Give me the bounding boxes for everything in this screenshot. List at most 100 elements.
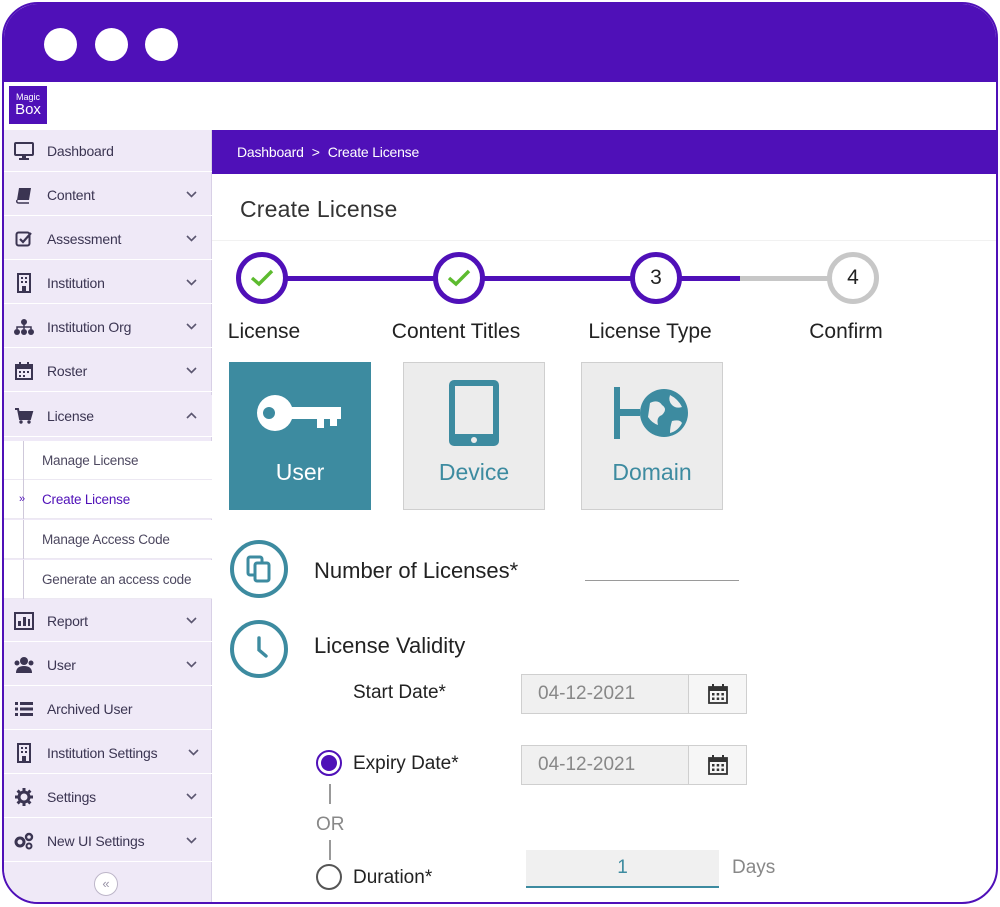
- tree-line: [23, 560, 24, 599]
- sidebar-item-label: Archived User: [47, 700, 133, 717]
- license-type-domain-card[interactable]: Domain: [581, 362, 723, 510]
- num-licenses-input[interactable]: [585, 580, 739, 581]
- calendar-icon[interactable]: [688, 746, 746, 784]
- sidebar-subitem-manage-access-code[interactable]: Manage Access Code: [4, 520, 212, 559]
- sidebar-item-label: Settings: [47, 788, 96, 805]
- sidebar-item-label: Institution: [47, 274, 105, 291]
- key-icon: [255, 379, 345, 447]
- duration-input[interactable]: 1: [526, 850, 719, 888]
- sidebar-item-archived-user[interactable]: Archived User: [4, 688, 212, 730]
- calendar-icon: [13, 360, 35, 382]
- book-icon: [13, 184, 35, 206]
- gear-icon: [13, 786, 35, 808]
- or-divider-line: [329, 784, 331, 804]
- users-icon: [13, 654, 35, 676]
- sidebar-item-label: Content: [47, 186, 95, 203]
- sidebar-item-institution-settings[interactable]: Institution Settings: [4, 732, 212, 774]
- sidebar-item-label: User: [47, 656, 76, 673]
- step-4-circle: 4: [827, 252, 879, 304]
- sidebar-subitem-label: Manage Access Code: [42, 531, 170, 547]
- checkmark-icon: [250, 269, 274, 287]
- license-type-device-card[interactable]: Device: [403, 362, 545, 510]
- start-date-input[interactable]: 04-12-2021: [522, 675, 688, 713]
- monitor-icon: [13, 140, 35, 162]
- sidebar-item-new-ui-settings[interactable]: New UI Settings: [4, 820, 212, 862]
- window-dot-icon[interactable]: [44, 28, 77, 61]
- app-window: Magic Box Dashboard Content Assessment I…: [2, 2, 998, 904]
- chevron-down-icon: [182, 835, 200, 847]
- calendar-icon[interactable]: [688, 675, 746, 713]
- step-2-label: Content Titles: [391, 320, 521, 343]
- collapse-sidebar-button[interactable]: «: [94, 872, 118, 896]
- chevron-down-icon: [182, 615, 200, 627]
- globe-network-icon: [612, 379, 692, 447]
- sidebar-item-institution[interactable]: Institution: [4, 262, 212, 304]
- expiry-date-label: Expiry Date*: [353, 753, 459, 774]
- tree-line: [23, 520, 24, 559]
- sidebar: Dashboard Content Assessment Institution…: [4, 130, 212, 902]
- building-icon: [13, 742, 35, 764]
- list-icon: [13, 698, 35, 720]
- gears-icon: [13, 830, 35, 852]
- logo-text-big: Box: [15, 101, 41, 118]
- expiry-date-field[interactable]: 04-12-2021: [521, 745, 747, 785]
- tree-line: [23, 441, 24, 480]
- chart-icon: [13, 610, 35, 632]
- sidebar-item-dashboard[interactable]: Dashboard: [4, 130, 212, 172]
- sidebar-subitem-create-license[interactable]: » Create License: [4, 480, 212, 519]
- sidebar-subitem-manage-license[interactable]: Manage License: [4, 441, 212, 480]
- sidebar-subitem-label: Manage License: [42, 452, 139, 468]
- sidebar-subitem-label: Generate an access code: [42, 571, 192, 587]
- sidebar-item-content[interactable]: Content: [4, 174, 212, 216]
- license-type-label: Device: [438, 459, 510, 485]
- sidebar-item-label: License: [47, 407, 94, 424]
- step-1-circle: [236, 252, 288, 304]
- sidebar-item-label: Roster: [47, 362, 88, 379]
- license-type-label: User: [275, 459, 325, 485]
- sidebar-item-user[interactable]: User: [4, 644, 212, 686]
- tablet-icon: [446, 379, 502, 447]
- step-3-circle: 3: [630, 252, 682, 304]
- chevron-down-icon: [182, 277, 200, 289]
- or-label: OR: [316, 814, 345, 835]
- chevron-down-icon: [182, 233, 200, 245]
- sidebar-item-institution-org[interactable]: Institution Org: [4, 306, 212, 348]
- sidebar-item-roster[interactable]: Roster: [4, 350, 212, 392]
- org-chart-icon: [13, 316, 35, 338]
- chevron-down-icon: [182, 321, 200, 333]
- chevron-down-icon: [182, 659, 200, 671]
- chevron-down-icon: [182, 365, 200, 377]
- clock-icon: [230, 620, 288, 678]
- start-date-label: Start Date*: [353, 682, 446, 703]
- duration-radio[interactable]: [316, 864, 342, 890]
- sidebar-item-label: New UI Settings: [47, 832, 145, 849]
- expiry-date-radio[interactable]: [316, 750, 342, 776]
- sidebar-item-label: Assessment: [47, 230, 122, 247]
- sidebar-subitem-generate-access-code[interactable]: Generate an access code: [4, 560, 212, 599]
- copy-icon: [230, 540, 288, 598]
- sidebar-item-license[interactable]: License: [4, 395, 212, 437]
- sidebar-item-label: Report: [47, 612, 88, 629]
- license-type-user-card[interactable]: User: [229, 362, 371, 510]
- chevron-down-icon: [184, 747, 202, 759]
- sidebar-item-assessment[interactable]: Assessment: [4, 218, 212, 260]
- breadcrumb-separator: >: [311, 144, 320, 160]
- checkbox-icon: [13, 228, 35, 250]
- sidebar-item-settings[interactable]: Settings: [4, 776, 212, 818]
- step-2-circle: [433, 252, 485, 304]
- step-4-label: Confirm: [809, 320, 883, 343]
- main-content: Dashboard > Create License Create Licens…: [212, 130, 996, 902]
- breadcrumb-current: Create License: [327, 144, 420, 160]
- step-1-label: License: [227, 320, 301, 343]
- breadcrumb-link-dashboard[interactable]: Dashboard: [237, 144, 304, 160]
- start-date-field[interactable]: 04-12-2021: [521, 674, 747, 714]
- window-dot-icon[interactable]: [95, 28, 128, 61]
- title-divider: [212, 240, 996, 241]
- window-dot-icon[interactable]: [145, 28, 178, 61]
- expiry-date-input[interactable]: 04-12-2021: [522, 746, 688, 784]
- or-divider-line: [329, 840, 331, 860]
- window-titlebar: [4, 4, 996, 82]
- magicbox-logo[interactable]: Magic Box: [9, 86, 47, 124]
- top-header: Magic Box: [4, 82, 996, 130]
- sidebar-item-report[interactable]: Report: [4, 600, 212, 642]
